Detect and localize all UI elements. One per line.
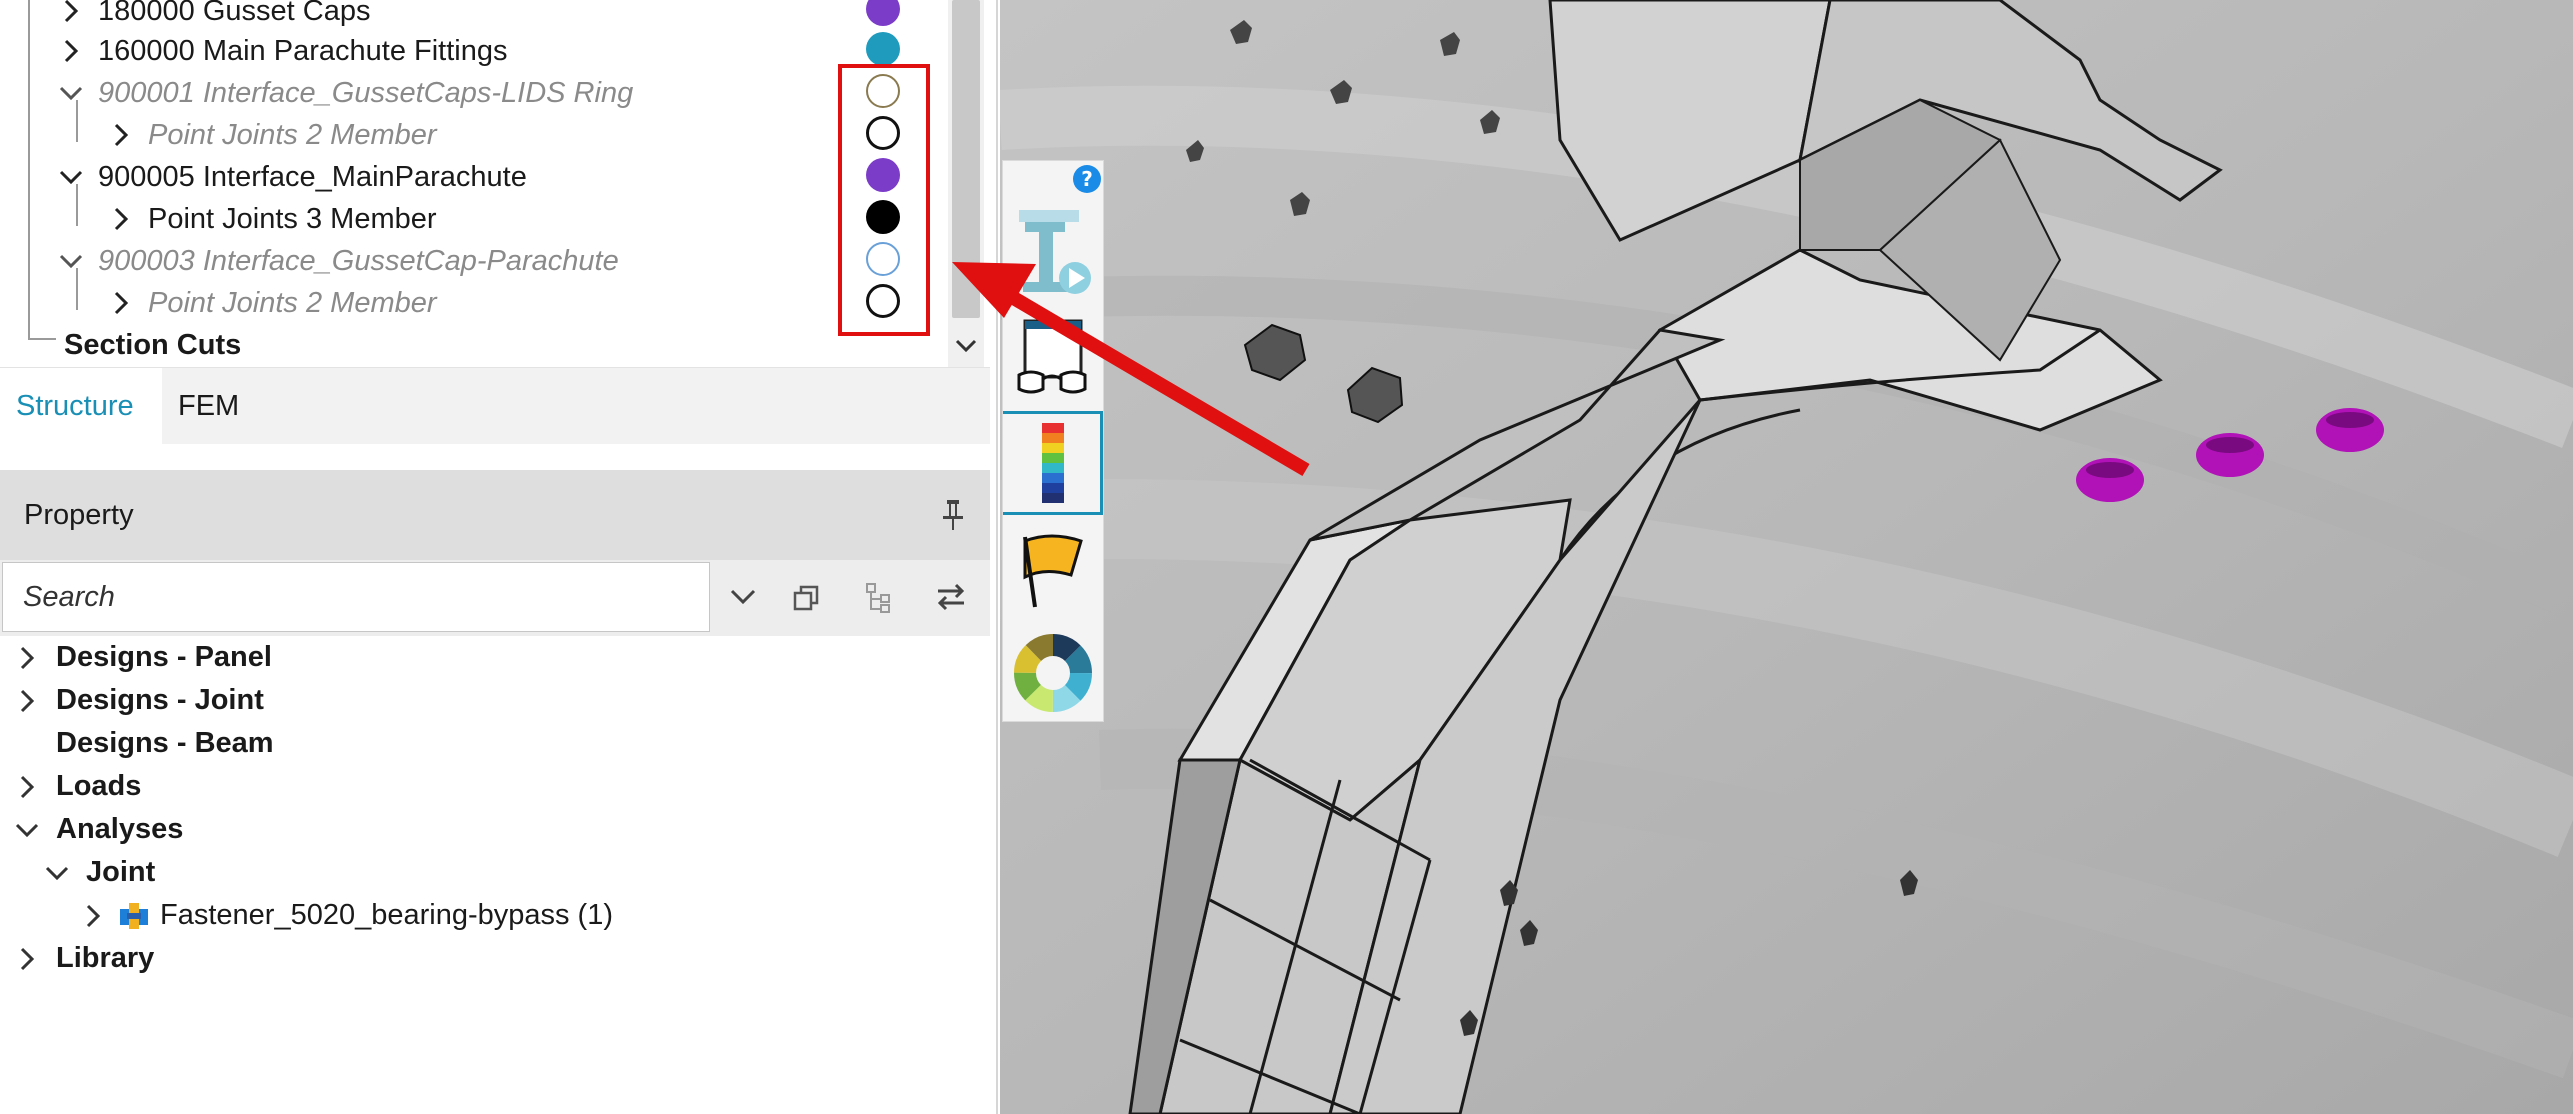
search-row: Search	[0, 560, 990, 636]
chevron-right-icon[interactable]	[106, 282, 136, 324]
property-item-label: Library	[56, 942, 155, 974]
flag-icon[interactable]	[1003, 519, 1103, 619]
scrollbar-thumb[interactable]	[952, 0, 980, 318]
chevron-right-icon[interactable]	[12, 765, 42, 808]
chevron-down-icon[interactable]	[42, 851, 72, 894]
tree-item-interface-gussetcaps-lids[interactable]: 900001 Interface_GussetCaps-LIDS Ring	[56, 72, 633, 114]
chevron-right-icon[interactable]	[12, 636, 42, 679]
property-item-label: Loads	[56, 770, 142, 802]
left-panel: 180000 Gusset Caps 160000 Main Parachute…	[0, 0, 998, 1114]
property-item-label: Analyses	[56, 813, 184, 845]
tree-scrollbar[interactable]	[948, 0, 984, 367]
copy-icon[interactable]	[782, 572, 832, 622]
analysis-run-icon[interactable]	[1003, 203, 1103, 303]
property-item-label: Designs - Joint	[56, 684, 264, 716]
chevron-down-icon[interactable]	[56, 72, 86, 114]
tree-item-point-joints-2-member[interactable]: Point Joints 2 Member	[106, 114, 437, 156]
property-item-label: Designs - Beam	[56, 727, 274, 759]
chevron-down-icon[interactable]	[12, 808, 42, 851]
tree-item-interface-mainparachute[interactable]: 900005 Interface_MainParachute	[56, 156, 527, 198]
tree-item-label: 180000 Gusset Caps	[98, 0, 371, 27]
chevron-right-icon[interactable]	[78, 894, 108, 937]
property-item-library[interactable]: Library	[12, 937, 154, 980]
property-item-label: Joint	[86, 856, 156, 888]
panel-title: Property	[24, 498, 134, 531]
property-item-designs-panel[interactable]: Designs - Panel	[12, 636, 272, 679]
chevron-right-icon[interactable]	[106, 198, 136, 240]
property-item-loads[interactable]: Loads	[12, 765, 141, 808]
tree-item-gusset-caps[interactable]: 180000 Gusset Caps	[56, 0, 370, 32]
color-swatch[interactable]	[866, 0, 900, 26]
tab-structure[interactable]: Structure	[0, 368, 162, 444]
property-item-joint[interactable]: Joint	[42, 851, 155, 894]
property-item-fastener-analysis[interactable]: Fastener_5020_bearing-bypass (1)	[78, 894, 613, 937]
chevron-down-icon[interactable]	[56, 156, 86, 198]
model-tree: 180000 Gusset Caps 160000 Main Parachute…	[0, 0, 990, 368]
property-item-analyses[interactable]: Analyses	[12, 808, 183, 851]
tree-item-section-cuts[interactable]: Section Cuts	[56, 324, 241, 366]
chevron-right-icon[interactable]	[106, 114, 136, 156]
tree-item-label: 160000 Main Parachute Fittings	[98, 34, 508, 67]
tree-item-label: Section Cuts	[64, 328, 242, 361]
property-item-label: Designs - Panel	[56, 641, 272, 673]
property-item-designs-beam[interactable]: Designs - Beam	[12, 722, 274, 765]
tab-bar: Structure FEM	[0, 368, 990, 444]
tree-item-label: 900005 Interface_MainParachute	[98, 160, 527, 193]
pin-icon[interactable]	[940, 498, 966, 532]
tree-item-label: 900001 Interface_GussetCaps-LIDS Ring	[98, 76, 634, 109]
tree-item-point-joints-2-member-b[interactable]: Point Joints 2 Member	[106, 282, 437, 324]
property-panel-header: Property	[0, 470, 990, 560]
property-item-designs-joint[interactable]: Designs - Joint	[12, 679, 264, 722]
fastener-analysis-icon	[118, 901, 152, 931]
hierarchy-icon[interactable]	[854, 572, 904, 622]
chevron-down-icon[interactable]	[56, 240, 86, 282]
side-toolbar: ?	[1002, 160, 1104, 722]
scroll-down-icon[interactable]	[950, 330, 982, 362]
chevron-right-icon[interactable]	[56, 30, 86, 72]
chevron-right-icon[interactable]	[56, 0, 86, 32]
color-wheel-icon[interactable]	[1003, 623, 1103, 723]
help-icon[interactable]: ?	[1073, 165, 1101, 193]
tree-item-main-parachute-fittings[interactable]: 160000 Main Parachute Fittings	[56, 30, 507, 72]
chevron-right-icon[interactable]	[12, 937, 42, 980]
tab-fem[interactable]: FEM	[162, 368, 262, 444]
swap-arrows-icon[interactable]	[926, 572, 976, 622]
search-input[interactable]: Search	[2, 562, 710, 632]
property-item-label: Fastener_5020_bearing-bypass (1)	[160, 899, 613, 931]
contour-legend-icon[interactable]	[1003, 411, 1103, 515]
tree-item-label: Point Joints 3 Member	[148, 202, 437, 235]
model-render	[1000, 0, 2573, 1114]
annotation-highlight-box	[838, 64, 930, 336]
view-glasses-icon[interactable]	[1003, 307, 1103, 407]
tree-item-label: Point Joints 2 Member	[148, 118, 437, 151]
chevron-down-icon[interactable]	[718, 572, 768, 622]
chevron-right-icon[interactable]	[12, 679, 42, 722]
3d-viewport[interactable]	[1000, 0, 2573, 1114]
color-swatch[interactable]	[866, 32, 900, 66]
tree-item-point-joints-3-member[interactable]: Point Joints 3 Member	[106, 198, 437, 240]
tree-item-label: 900003 Interface_GussetCap-Parachute	[98, 244, 619, 277]
tree-item-label: Point Joints 2 Member	[148, 286, 437, 319]
tree-item-interface-gussetcap-parachute[interactable]: 900003 Interface_GussetCap-Parachute	[56, 240, 619, 282]
